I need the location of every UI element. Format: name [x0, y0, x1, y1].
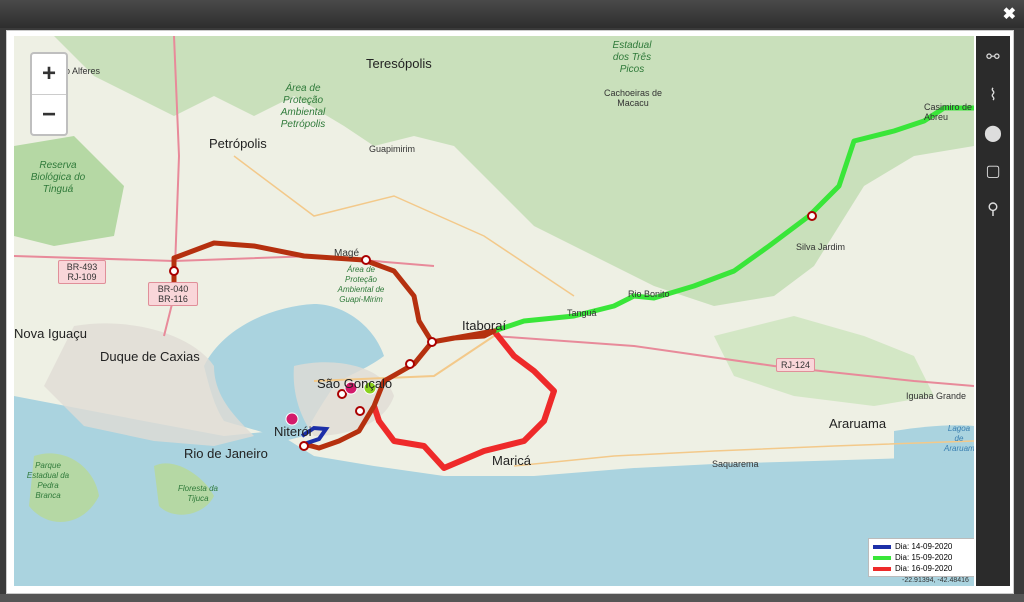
path-icon[interactable]: ⌇ [976, 78, 1010, 112]
legend-swatch [873, 544, 891, 549]
square-icon[interactable]: ▢ [976, 154, 1010, 188]
legend-swatch [873, 555, 891, 560]
shield-rj124: RJ-124 [776, 358, 816, 372]
label-duque-de-caxias: Duque de Caxias [100, 349, 200, 364]
stop-marker [361, 255, 371, 265]
close-icon[interactable]: ✖ [1003, 4, 1016, 24]
route-day-16-09-2020 [371, 329, 557, 471]
label-nova-iguacu: Nova Iguaçu [14, 326, 87, 341]
stop-marker [355, 406, 365, 416]
stop-marker [337, 389, 347, 399]
label-iguaba-grande: Iguaba Grande [906, 391, 967, 401]
stop-marker [299, 441, 309, 451]
label-apa-guapimirim: Área de Proteção Ambiental de Guapi-Miri… [337, 265, 385, 304]
map-canvas[interactable]: Duque de Caxias Rio de Janeiro Niterói S… [14, 36, 974, 586]
window-titlebar: ✖ [0, 0, 1024, 28]
label-reserva-tingua: Reserva Biológica do Tinguá [30, 160, 86, 195]
legend-label: Dia: 15-09-2020 [895, 553, 953, 562]
label-tangua: Tanguá [567, 308, 597, 318]
legend-item: Dia: 14-09-2020 [873, 541, 974, 552]
map-svg [14, 36, 974, 586]
zoom-out-button[interactable]: − [32, 95, 66, 135]
label-araruama: Araruama [829, 416, 887, 431]
legend-item: Dia: 16-09-2020 [873, 563, 974, 574]
label-saquarema: Saquarema [712, 459, 759, 469]
route-legend: Dia: 14-09-2020 Dia: 15-09-2020 Dia: 16-… [868, 538, 974, 577]
stop-marker [405, 359, 415, 369]
label-itaborai: Itaboraí [462, 318, 507, 333]
label-marica: Maricá [492, 453, 532, 468]
stop-marker [427, 337, 437, 347]
legend-item: Dia: 15-09-2020 [873, 552, 974, 563]
footer-bar [0, 594, 1024, 602]
stop-marker [807, 211, 817, 221]
label-cachoeiras-de-macacu: Cachoeiras de Macacu [603, 88, 663, 108]
shield-br040: BR-040 BR-116 [148, 282, 198, 306]
legend-swatch [873, 566, 891, 571]
zoom-in-button[interactable]: + [32, 54, 66, 95]
shield-br493: BR-493 RJ-109 [58, 260, 106, 284]
legend-label: Dia: 16-09-2020 [895, 564, 953, 573]
label-casimiro-de-abreu: Casimiro de Abreu [924, 102, 973, 122]
map-toolbar: ⚯ ⌇ ⬤ ▢ ⚲ [976, 36, 1010, 586]
label-tres-picos: Estadual dos Três Picos [612, 40, 652, 75]
label-silva-jardim: Silva Jardim [796, 242, 846, 252]
label-lagoa-araruama: Lagoa de Araruama [944, 424, 974, 453]
zoom-control: + − [30, 52, 68, 136]
label-rio-de-janeiro: Rio de Janeiro [184, 446, 268, 461]
forest-north [54, 36, 974, 306]
label-teresopolis: Teresópolis [366, 56, 432, 71]
label-mage: Magé [334, 248, 360, 259]
coordinate-readout: -22.91394, -42.48416 [902, 577, 969, 584]
stop-marker [169, 266, 179, 276]
forest-south [714, 316, 934, 406]
route-icon[interactable]: ⚯ [976, 40, 1010, 74]
legend-label: Dia: 14-09-2020 [895, 542, 953, 551]
label-petropolis: Petrópolis [209, 136, 267, 151]
label-sao-goncalo: São Gonçalo [317, 376, 393, 391]
label-rio-bonito: Rio Bonito [628, 289, 670, 299]
map-marker-icon[interactable]: ⬤ [976, 116, 1010, 150]
label-pedra-branca: Parque Estadual da Pedra Branca [26, 461, 70, 500]
label-guapimirim: Guapimirim [369, 144, 416, 154]
multi-marker-icon[interactable]: ⚲ [976, 192, 1010, 226]
label-apa-petropolis: Área de Proteção Ambiental Petrópolis [280, 83, 326, 130]
label-floresta-tijuca: Floresta da Tijuca [177, 484, 219, 503]
label-niteroi: Niterói [274, 424, 312, 439]
